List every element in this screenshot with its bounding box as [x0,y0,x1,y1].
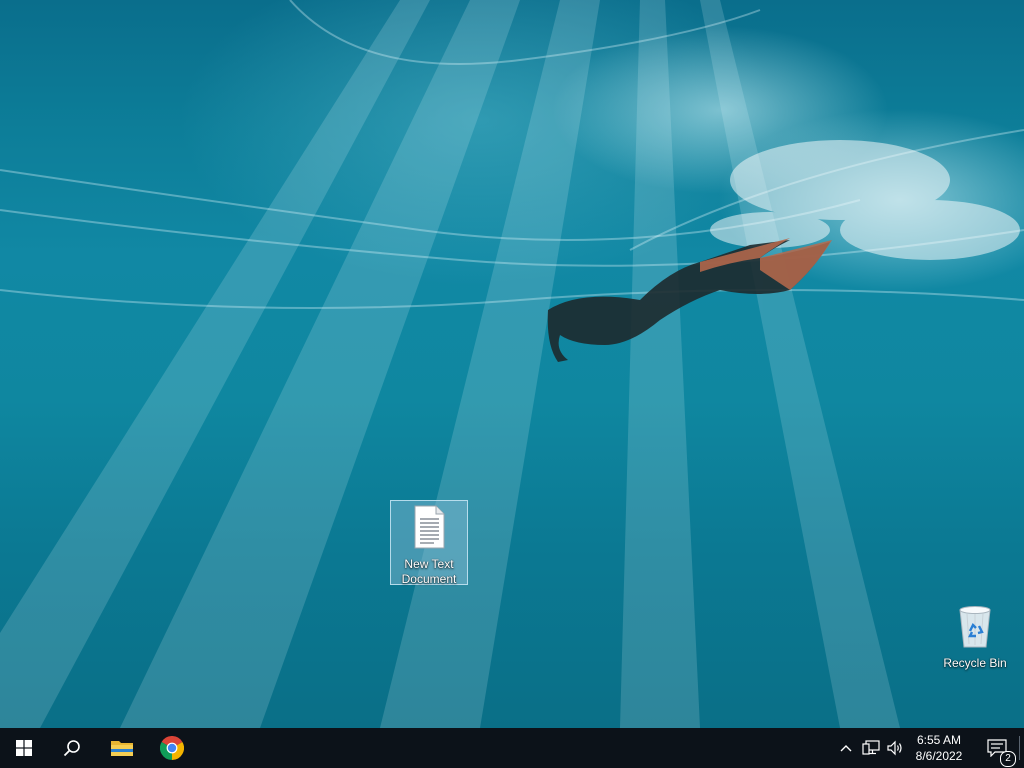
file-explorer-button[interactable] [98,728,146,768]
show-desktop-button[interactable] [1019,736,1024,760]
network-icon [862,740,880,755]
recycle-bin-icon [959,606,991,648]
start-button[interactable] [0,728,48,768]
desktop-icon-label: New Text Document [401,557,457,586]
chrome-icon [160,736,184,760]
action-center-button[interactable]: 2 [978,728,1018,768]
desktop-icon-recycle-bin[interactable]: Recycle Bin [936,600,1014,672]
windows-logo-icon [16,740,32,756]
volume-button[interactable] [884,728,906,768]
network-button[interactable] [860,728,882,768]
desktop[interactable]: New Text Document Recycle Bin [0,0,1024,728]
notification-wrapper: 2 [981,731,1016,767]
text-document-icon [414,505,445,549]
clock-time: 6:55 AM [916,733,962,747]
folder-icon [111,741,133,756]
desktop-icon-label: Recycle Bin [943,656,1007,670]
chevron-up-icon [840,745,852,752]
search-icon [63,740,80,757]
desktop-icon-new-text-document[interactable]: New Text Document [390,500,468,586]
show-hidden-icons-button[interactable] [836,728,856,768]
clock-button[interactable]: 6:55 AM 8/6/2022 [908,728,970,768]
notification-count-badge: 2 [1000,751,1016,767]
search-button[interactable] [48,728,96,768]
volume-icon [887,740,902,756]
taskbar: 6:55 AM 8/6/2022 2 [0,728,1024,768]
wallpaper [0,0,1024,728]
clock-date: 8/6/2022 [915,749,963,763]
chrome-button[interactable] [148,728,196,768]
